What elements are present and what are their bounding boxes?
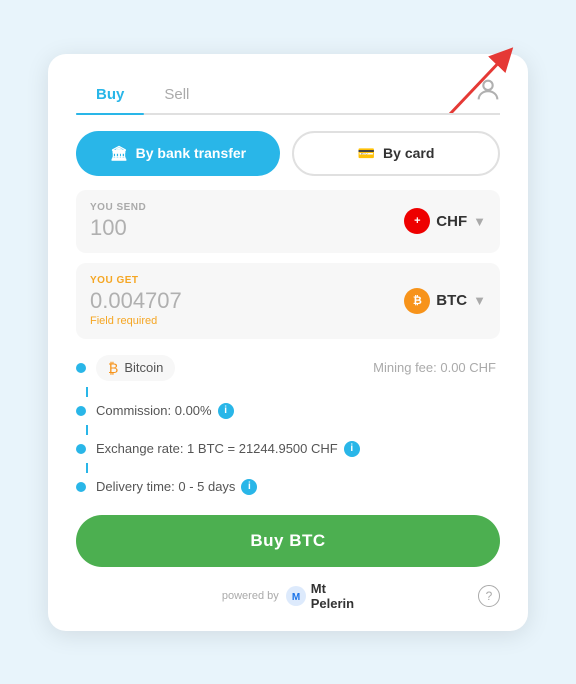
payment-methods: 🏛 By bank transfer 💳 By card (76, 131, 500, 176)
delivery-time-row: Delivery time: 0 - 5 days i (76, 473, 500, 501)
help-button[interactable]: ? (478, 585, 500, 607)
send-field: YOU SEND 100 + CHF ▼ (76, 190, 500, 253)
timeline-connector-1 (82, 387, 500, 397)
timeline-dot-1 (76, 363, 86, 373)
send-label: YOU SEND (90, 202, 146, 213)
bitcoin-name: Bitcoin (124, 360, 163, 375)
commission-info: Commission: 0.00% i (96, 403, 234, 419)
receive-value: 0.004707 (90, 288, 182, 314)
bitcoin-row: ₿ Bitcoin Mining fee: 0.00 CHF (76, 349, 500, 387)
card-button[interactable]: 💳 By card (292, 131, 500, 176)
commission-row: Commission: 0.00% i (76, 397, 500, 425)
svg-text:M: M (292, 592, 300, 603)
exchange-rate-info: Exchange rate: 1 BTC = 21244.9500 CHF i (96, 441, 360, 457)
timeline-connector-3 (82, 463, 500, 473)
mt-pelerin-icon: M (285, 585, 307, 607)
exchange-rate-info-icon[interactable]: i (344, 441, 360, 457)
timeline-connector-2 (82, 425, 500, 435)
btc-tag-icon: ₿ (108, 360, 118, 376)
tabs-container: Buy Sell (76, 78, 500, 115)
timeline-dot-2 (76, 406, 86, 416)
powered-by-text: powered by (222, 590, 279, 602)
send-currency-label: CHF (436, 213, 467, 230)
commission-text: Commission: 0.00% (96, 403, 212, 418)
receive-currency-label: BTC (436, 292, 467, 309)
timeline-line-1 (86, 387, 88, 397)
exchange-rate-text: Exchange rate: 1 BTC = 21244.9500 CHF (96, 441, 338, 456)
receive-chevron-icon: ▼ (473, 293, 486, 308)
timeline-dot-4 (76, 482, 86, 492)
tab-sell[interactable]: Sell (144, 78, 209, 113)
timeline-section: ₿ Bitcoin Mining fee: 0.00 CHF Commissio… (76, 349, 500, 501)
receive-currency-selector[interactable]: ₿ BTC ▼ (404, 288, 486, 314)
card-icon: 💳 (358, 145, 375, 162)
bitcoin-mining-content: ₿ Bitcoin Mining fee: 0.00 CHF (96, 355, 500, 381)
field-required-text: Field required (90, 315, 182, 327)
timeline-dot-3 (76, 444, 86, 454)
timeline-line-3 (86, 463, 88, 473)
tab-buy[interactable]: Buy (76, 78, 144, 113)
receive-field: YOU GET 0.004707 Field required ₿ BTC ▼ (76, 263, 500, 339)
btc-flag-icon: ₿ (404, 288, 430, 314)
receive-field-left: YOU GET 0.004707 Field required (90, 275, 182, 327)
send-field-left: YOU SEND 100 (90, 202, 146, 241)
delivery-time-text: Delivery time: 0 - 5 days (96, 479, 235, 494)
bank-label: By bank transfer (136, 145, 246, 161)
delivery-time-info-icon[interactable]: i (241, 479, 257, 495)
buy-button[interactable]: Buy BTC (76, 515, 500, 567)
delivery-time-info: Delivery time: 0 - 5 days i (96, 479, 257, 495)
timeline-line-2 (86, 425, 88, 435)
footer: powered by M MtPelerin ? (76, 581, 500, 611)
exchange-rate-row: Exchange rate: 1 BTC = 21244.9500 CHF i (76, 435, 500, 463)
mining-fee-text: Mining fee: 0.00 CHF (373, 360, 500, 375)
chf-flag-icon: + (404, 208, 430, 234)
send-currency-selector[interactable]: + CHF ▼ (404, 208, 486, 234)
mt-pelerin-name: MtPelerin (311, 581, 354, 611)
send-chevron-icon: ▼ (473, 214, 486, 229)
main-card: Buy Sell 🏛 By bank transfer 💳 By card YO… (48, 54, 528, 631)
receive-label: YOU GET (90, 275, 182, 286)
bank-transfer-button[interactable]: 🏛 By bank transfer (76, 131, 280, 176)
bank-icon: 🏛 (110, 145, 128, 162)
mt-pelerin-logo: M MtPelerin (285, 581, 354, 611)
tab-active-indicator (76, 113, 144, 115)
card-label: By card (383, 145, 434, 161)
bitcoin-tag: ₿ Bitcoin (96, 355, 175, 381)
commission-info-icon[interactable]: i (218, 403, 234, 419)
send-value: 100 (90, 215, 146, 241)
